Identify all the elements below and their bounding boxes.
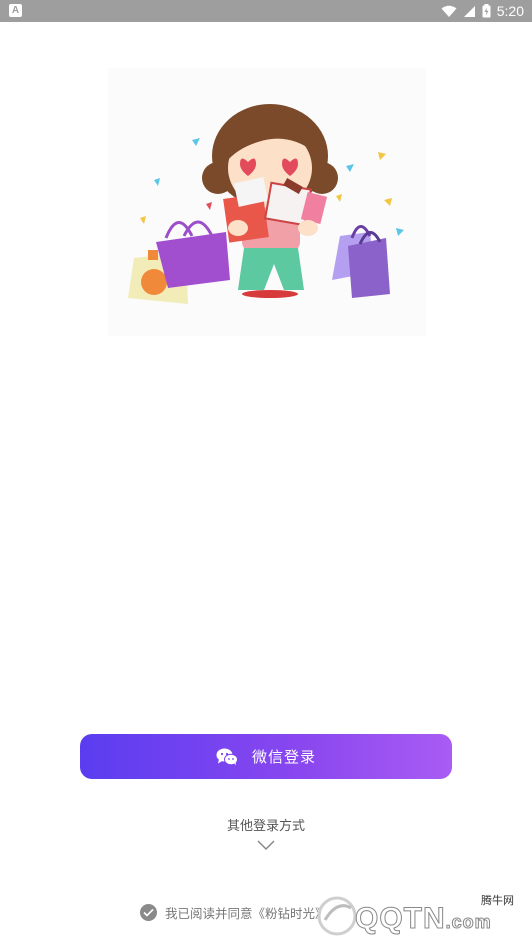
status-time: 5:20 <box>496 3 524 19</box>
agreement-text[interactable]: 我已阅读并同意《粉钻时光》 <box>165 903 328 922</box>
checkmark-icon <box>143 908 154 917</box>
agreement-row: 我已阅读并同意《粉钻时光》 <box>140 902 328 922</box>
signal-icon <box>463 5 475 17</box>
agreement-checkbox[interactable] <box>140 903 157 921</box>
status-icons: 5:20 <box>441 0 524 22</box>
watermark-text: QQTN.com <box>355 902 492 936</box>
notification-icon: A <box>9 4 22 17</box>
wechat-login-button[interactable]: 微信登录 <box>80 734 452 779</box>
status-bar: A 5:20 <box>0 0 532 22</box>
watermark-logo <box>317 896 357 936</box>
purple-shopping-bag-left <box>156 220 230 288</box>
chevron-down-icon[interactable] <box>257 839 275 851</box>
shopping-girl-illustration <box>108 68 426 336</box>
battery-icon <box>482 4 491 18</box>
watermark: 腾牛网 QQTN.com <box>315 890 520 940</box>
purple-shopping-bag-right <box>332 225 390 298</box>
wechat-login-label: 微信登录 <box>251 748 316 766</box>
wifi-icon <box>441 5 457 17</box>
other-login-methods-label[interactable]: 其他登录方式 <box>0 815 532 834</box>
wechat-icon <box>216 748 238 765</box>
